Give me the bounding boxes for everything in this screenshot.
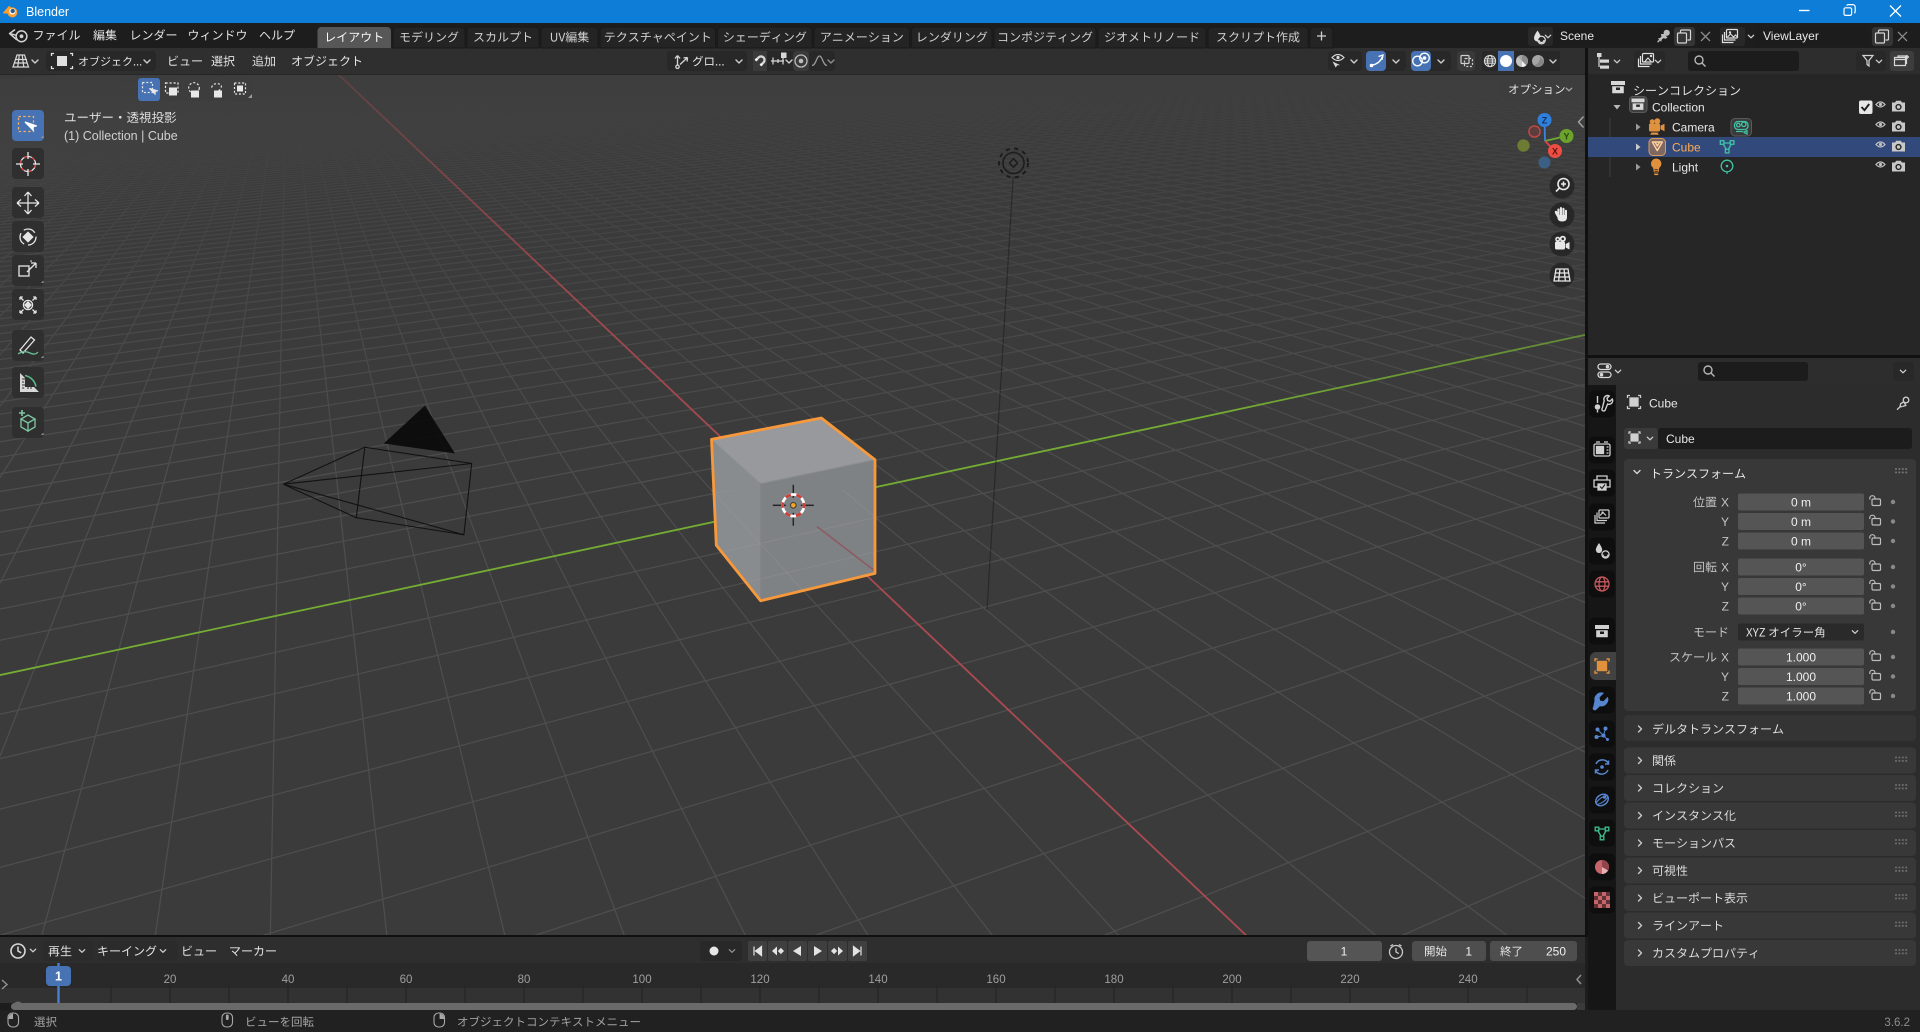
svg-text:Cube: Cube bbox=[1672, 141, 1701, 155]
svg-text:Y: Y bbox=[1563, 132, 1569, 142]
svg-text:20: 20 bbox=[164, 974, 177, 986]
svg-text:1: 1 bbox=[55, 970, 62, 984]
svg-text:0°: 0° bbox=[1795, 561, 1807, 575]
svg-text:180: 180 bbox=[1104, 974, 1123, 986]
svg-text:200: 200 bbox=[1222, 974, 1241, 986]
svg-text:Blender: Blender bbox=[26, 5, 69, 19]
svg-text:Scene: Scene bbox=[1560, 29, 1594, 43]
svg-text:80: 80 bbox=[518, 974, 531, 986]
svg-text:0 m: 0 m bbox=[1791, 535, 1811, 549]
svg-text:60: 60 bbox=[400, 974, 413, 986]
svg-text:250: 250 bbox=[1546, 945, 1566, 959]
svg-text:Cube: Cube bbox=[1666, 432, 1695, 446]
svg-text:Light: Light bbox=[1672, 161, 1699, 175]
svg-text:X: X bbox=[1721, 651, 1729, 665]
svg-text:Z: Z bbox=[1722, 600, 1729, 614]
svg-text:240: 240 bbox=[1458, 974, 1477, 986]
svg-text:Cube: Cube bbox=[1649, 397, 1678, 411]
svg-text:Y: Y bbox=[1721, 670, 1729, 684]
svg-text:Y: Y bbox=[1721, 580, 1729, 594]
svg-text:(1) Collection | Cube: (1) Collection | Cube bbox=[64, 129, 178, 143]
svg-text:1.000: 1.000 bbox=[1786, 670, 1816, 684]
svg-text:0°: 0° bbox=[1795, 600, 1807, 614]
svg-text:1: 1 bbox=[1341, 945, 1348, 959]
svg-text:Z: Z bbox=[1722, 690, 1729, 704]
svg-text:X: X bbox=[1721, 561, 1729, 575]
svg-text:Camera: Camera bbox=[1672, 121, 1715, 135]
svg-text:ViewLayer: ViewLayer bbox=[1763, 29, 1819, 43]
svg-text:140: 140 bbox=[868, 974, 887, 986]
svg-text:X: X bbox=[1552, 147, 1558, 157]
svg-text:160: 160 bbox=[986, 974, 1005, 986]
svg-text:40: 40 bbox=[282, 974, 295, 986]
svg-text:1.000: 1.000 bbox=[1786, 651, 1816, 665]
svg-text:220: 220 bbox=[1340, 974, 1359, 986]
svg-text:3.6.2: 3.6.2 bbox=[1884, 1017, 1910, 1029]
svg-text:Z: Z bbox=[1722, 535, 1729, 549]
svg-text:1.000: 1.000 bbox=[1786, 690, 1816, 704]
svg-text:Z: Z bbox=[1542, 116, 1548, 126]
svg-text:1: 1 bbox=[1465, 945, 1472, 959]
svg-text:100: 100 bbox=[632, 974, 651, 986]
svg-text:0 m: 0 m bbox=[1791, 515, 1811, 529]
svg-text:0 m: 0 m bbox=[1791, 496, 1811, 510]
svg-text:120: 120 bbox=[750, 974, 769, 986]
svg-text:Y: Y bbox=[1721, 515, 1729, 529]
svg-text:0°: 0° bbox=[1795, 580, 1807, 594]
svg-text:Collection: Collection bbox=[1652, 101, 1705, 115]
svg-text:X: X bbox=[1721, 496, 1729, 510]
